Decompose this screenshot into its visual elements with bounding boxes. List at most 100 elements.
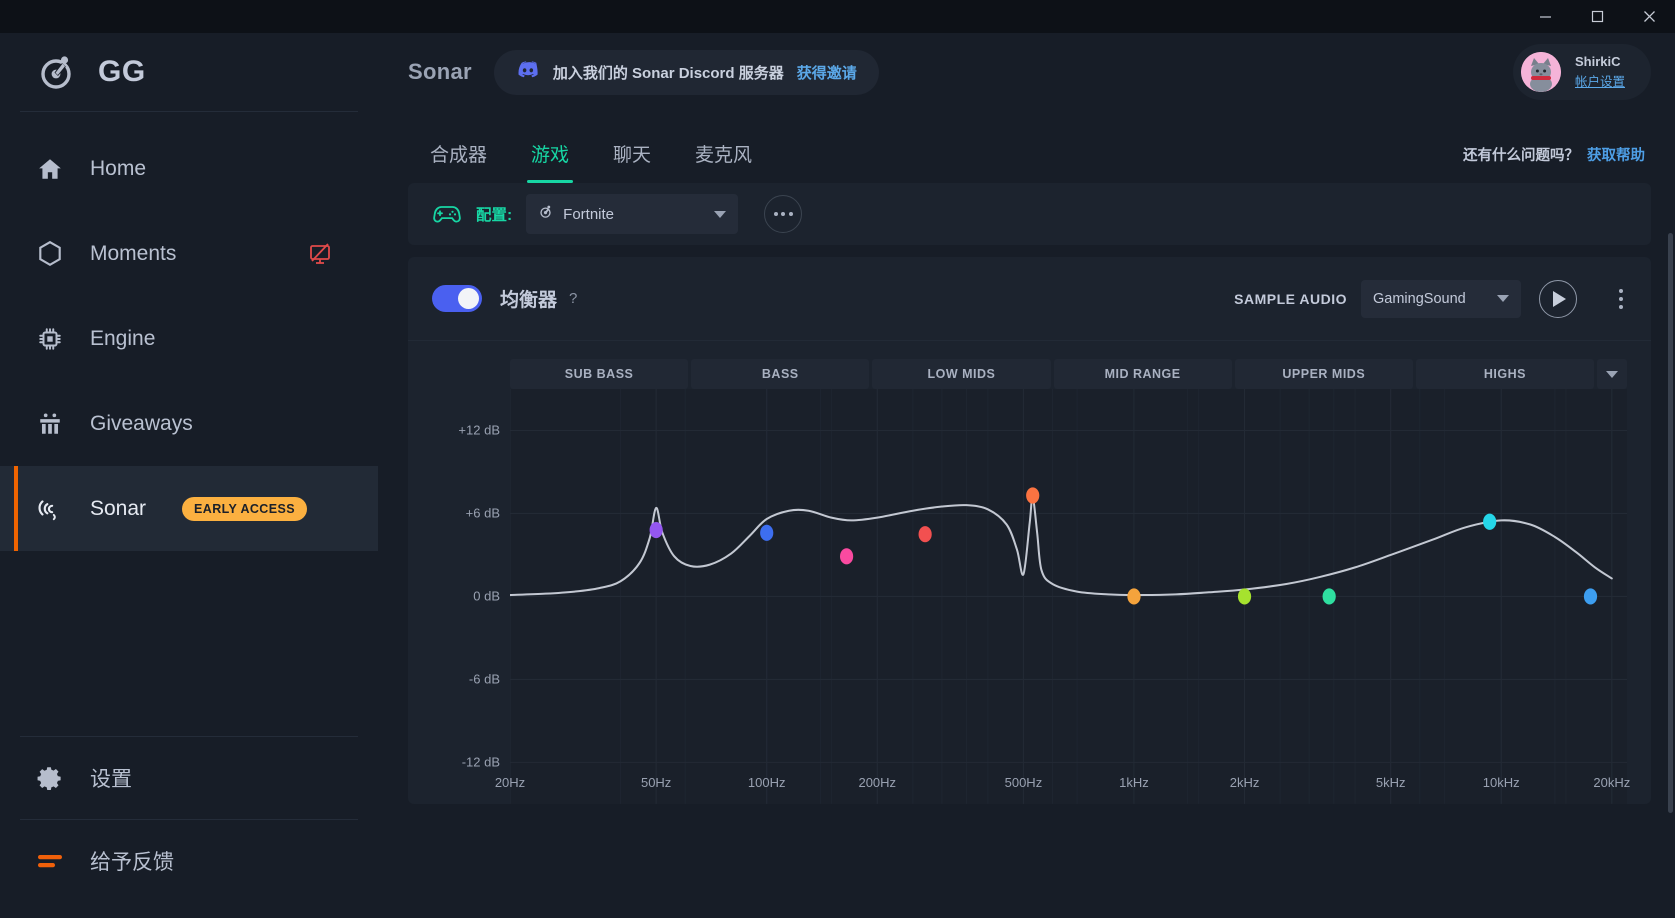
cat-avatar — [1521, 52, 1561, 92]
eq-control-point-p10[interactable] — [1584, 588, 1597, 604]
band-expand-button[interactable] — [1597, 359, 1627, 389]
chevron-down-icon — [1497, 295, 1509, 302]
vertical-scrollbar[interactable] — [1668, 233, 1673, 813]
feedback-lines-icon — [32, 851, 68, 871]
user-name: ShirkiC — [1575, 54, 1625, 69]
steelseries-logo-icon — [36, 52, 76, 92]
discord-invite-link[interactable]: 获得邀请 — [797, 62, 857, 83]
content-area: 配置: Fortnite — [378, 183, 1675, 918]
sidebar-item-settings[interactable]: 设置 — [0, 737, 378, 819]
brand-title: GG — [98, 55, 146, 89]
user-account-button[interactable]: ShirkiC 帐户设置 — [1513, 44, 1651, 100]
early-access-badge: EARLY ACCESS — [182, 497, 307, 521]
chevron-down-icon — [714, 211, 726, 218]
config-bar: 配置: Fortnite — [408, 183, 1651, 245]
minimize-button[interactable] — [1519, 0, 1571, 33]
toggle-knob — [458, 288, 479, 309]
gift-icon — [32, 411, 68, 437]
main-panel: Sonar 加入我们的 Sonar Discord 服务器 获得邀请 — [378, 33, 1675, 918]
equalizer-card: 均衡器 ? SAMPLE AUDIO GamingSound — [408, 257, 1651, 804]
home-icon — [32, 156, 68, 182]
band-low-mids[interactable]: LOW MIDS — [872, 359, 1050, 389]
eq-curve-svg[interactable] — [510, 389, 1627, 804]
config-label: 配置: — [476, 203, 512, 225]
close-button[interactable] — [1623, 0, 1675, 33]
play-sample-button[interactable] — [1539, 280, 1577, 318]
config-select[interactable]: Fortnite — [526, 194, 738, 234]
screen-off-icon[interactable] — [308, 242, 332, 266]
frequency-band-header: SUB BASS BASS LOW MIDS MID RANGE UPPER M… — [408, 341, 1651, 389]
tab-microphone[interactable]: 麦克风 — [673, 140, 774, 183]
config-more-button[interactable] — [764, 195, 802, 233]
sidebar-item-engine[interactable]: Engine — [0, 296, 378, 381]
y-tick-label: 0 dB — [408, 589, 500, 604]
equalizer-menu-button[interactable] — [1615, 285, 1627, 313]
sidebar-item-label: Engine — [90, 327, 155, 351]
tab-mixer[interactable]: 合成器 — [408, 140, 509, 183]
sidebar-item-label: Moments — [90, 242, 176, 266]
dot — [1619, 305, 1623, 309]
help-row: 还有什么问题吗？ 获取帮助 — [1463, 144, 1645, 183]
sample-audio-select[interactable]: GamingSound — [1361, 280, 1521, 318]
equalizer-help-icon[interactable]: ? — [569, 290, 577, 307]
tab-bar: 合成器 游戏 聊天 麦克风 还有什么问题吗？ 获取帮助 — [378, 111, 1675, 183]
minimize-icon — [1539, 10, 1552, 23]
tab-game[interactable]: 游戏 — [509, 140, 591, 183]
maximize-icon — [1591, 10, 1604, 23]
dot — [789, 212, 793, 216]
sidebar-item-home[interactable]: Home — [0, 126, 378, 211]
band-mid-range[interactable]: MID RANGE — [1054, 359, 1232, 389]
sidebar: GG Home Moments — [0, 33, 378, 918]
sidebar-item-moments[interactable]: Moments — [0, 211, 378, 296]
y-tick-label: -12 dB — [408, 755, 500, 770]
band-bass[interactable]: BASS — [691, 359, 869, 389]
tab-chat[interactable]: 聊天 — [591, 140, 673, 183]
sidebar-item-label: 给予反馈 — [90, 846, 174, 876]
chevron-down-icon — [1606, 371, 1618, 378]
brand: GG — [0, 33, 378, 111]
title-bar — [0, 0, 1675, 33]
sonar-wave-icon — [32, 495, 68, 523]
band-sub-bass[interactable]: SUB BASS — [510, 359, 688, 389]
eq-control-point-p5[interactable] — [1026, 487, 1039, 503]
eq-control-point-p8[interactable] — [1323, 588, 1336, 604]
get-help-link[interactable]: 获取帮助 — [1587, 144, 1645, 165]
eq-control-point-p4[interactable] — [919, 526, 932, 542]
account-settings-link[interactable]: 帐户设置 — [1575, 71, 1625, 90]
y-tick-label: -6 dB — [408, 672, 500, 687]
hexagon-icon — [32, 240, 68, 268]
eq-control-point-p2[interactable] — [760, 525, 773, 541]
sidebar-item-label: 设置 — [90, 763, 132, 793]
sidebar-item-sonar[interactable]: Sonar EARLY ACCESS — [0, 466, 378, 551]
dot — [1619, 289, 1623, 293]
eq-control-point-p1[interactable] — [650, 522, 663, 538]
band-highs[interactable]: HIGHS — [1416, 359, 1594, 389]
eq-control-point-p7[interactable] — [1238, 588, 1251, 604]
gamepad-icon — [432, 203, 462, 225]
sample-audio-label: SAMPLE AUDIO — [1234, 291, 1347, 307]
equalizer-header: 均衡器 ? SAMPLE AUDIO GamingSound — [408, 257, 1651, 341]
sidebar-item-giveaways[interactable]: Giveaways — [0, 381, 378, 466]
equalizer-title: 均衡器 — [500, 285, 557, 312]
dot — [1619, 297, 1623, 301]
eq-control-point-p3[interactable] — [840, 548, 853, 564]
dot — [781, 212, 785, 216]
eq-control-point-p6[interactable] — [1127, 588, 1140, 604]
sidebar-bottom: 设置 给予反馈 — [0, 736, 378, 918]
play-icon — [1553, 291, 1566, 307]
eq-control-point-p9[interactable] — [1483, 514, 1496, 530]
sidebar-item-feedback[interactable]: 给予反馈 — [0, 820, 378, 902]
sidebar-spacer — [0, 551, 378, 736]
equalizer-graph[interactable]: +12 dB+6 dB0 dB-6 dB-12 dB 20Hz50Hz100Hz… — [408, 389, 1651, 804]
sample-audio-value: GamingSound — [1373, 291, 1489, 307]
sidebar-item-label: Giveaways — [90, 412, 193, 436]
band-upper-mids[interactable]: UPPER MIDS — [1235, 359, 1413, 389]
cpu-chip-icon — [32, 326, 68, 352]
equalizer-toggle[interactable] — [432, 285, 482, 312]
steelseries-small-icon — [538, 204, 553, 224]
sidebar-nav: Home Moments — [0, 112, 378, 551]
page-title: Sonar — [408, 59, 472, 85]
maximize-button[interactable] — [1571, 0, 1623, 33]
main-header: Sonar 加入我们的 Sonar Discord 服务器 获得邀请 — [378, 33, 1675, 111]
discord-invite-banner[interactable]: 加入我们的 Sonar Discord 服务器 获得邀请 — [494, 50, 879, 95]
